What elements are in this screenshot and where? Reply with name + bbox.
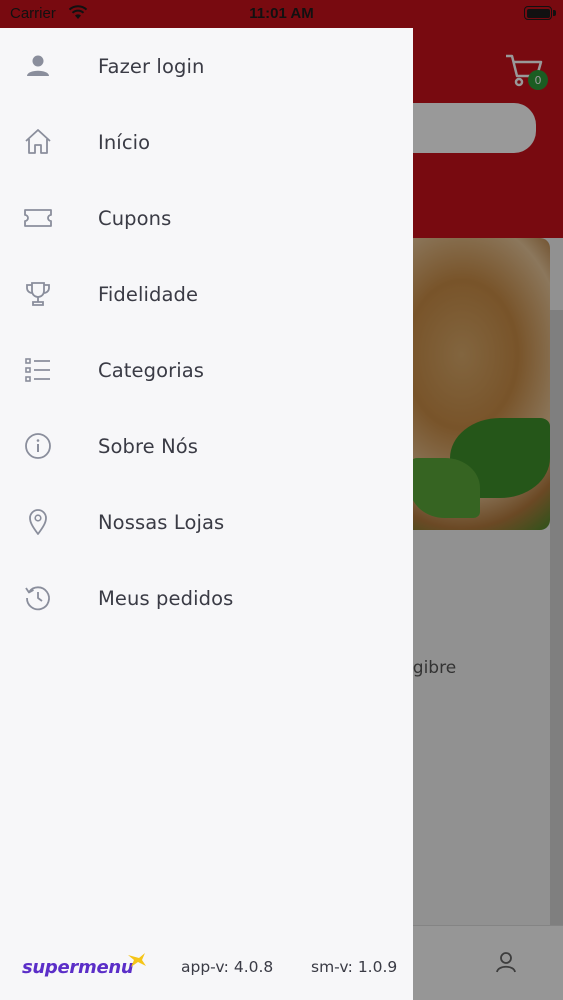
ticket-icon [23,203,53,233]
location-pin-icon [23,507,53,537]
trophy-icon [23,279,53,309]
person-icon [23,51,53,81]
menu-label-home: Início [98,130,151,154]
list-icon [23,355,53,385]
battery-icon [524,6,556,20]
status-bar: Carrier 11:01 AM [0,0,563,28]
menu-item-stores[interactable]: Nossas Lojas [0,492,413,552]
menu-item-home[interactable]: Início [0,112,413,172]
menu-label-orders: Meus pedidos [98,586,234,610]
supermenu-logo: supermenu [22,957,134,978]
menu-item-about[interactable]: Sobre Nós [0,416,413,476]
menu-item-loyalty[interactable]: Fidelidade [0,264,413,324]
status-time: 11:01 AM [249,5,314,22]
menu-label-loyalty: Fidelidade [98,282,199,306]
logo-star-icon [128,953,146,967]
menu-item-categories[interactable]: Categorias [0,340,413,400]
menu-label-categories: Categorias [98,358,205,382]
menu-label-about: Sobre Nós [98,434,199,458]
menu-item-login[interactable]: Fazer login [0,36,413,96]
menu-item-orders[interactable]: Meus pedidos [0,568,413,628]
navigation-drawer: Fazer login Início Cupons Fidelidade Cat… [0,28,413,1000]
menu-label-stores: Nossas Lojas [98,510,225,534]
menu-label-coupons: Cupons [98,206,172,230]
menu-label-login: Fazer login [98,54,205,78]
sm-version: sm-v: 1.0.9 [311,958,398,976]
history-icon [23,583,53,613]
menu-item-coupons[interactable]: Cupons [0,188,413,248]
drawer-footer: supermenu app-v: 4.0.8 sm-v: 1.0.9 [0,948,413,1000]
info-icon [23,431,53,461]
app-version: app-v: 4.0.8 [181,958,274,976]
home-icon [23,127,53,157]
